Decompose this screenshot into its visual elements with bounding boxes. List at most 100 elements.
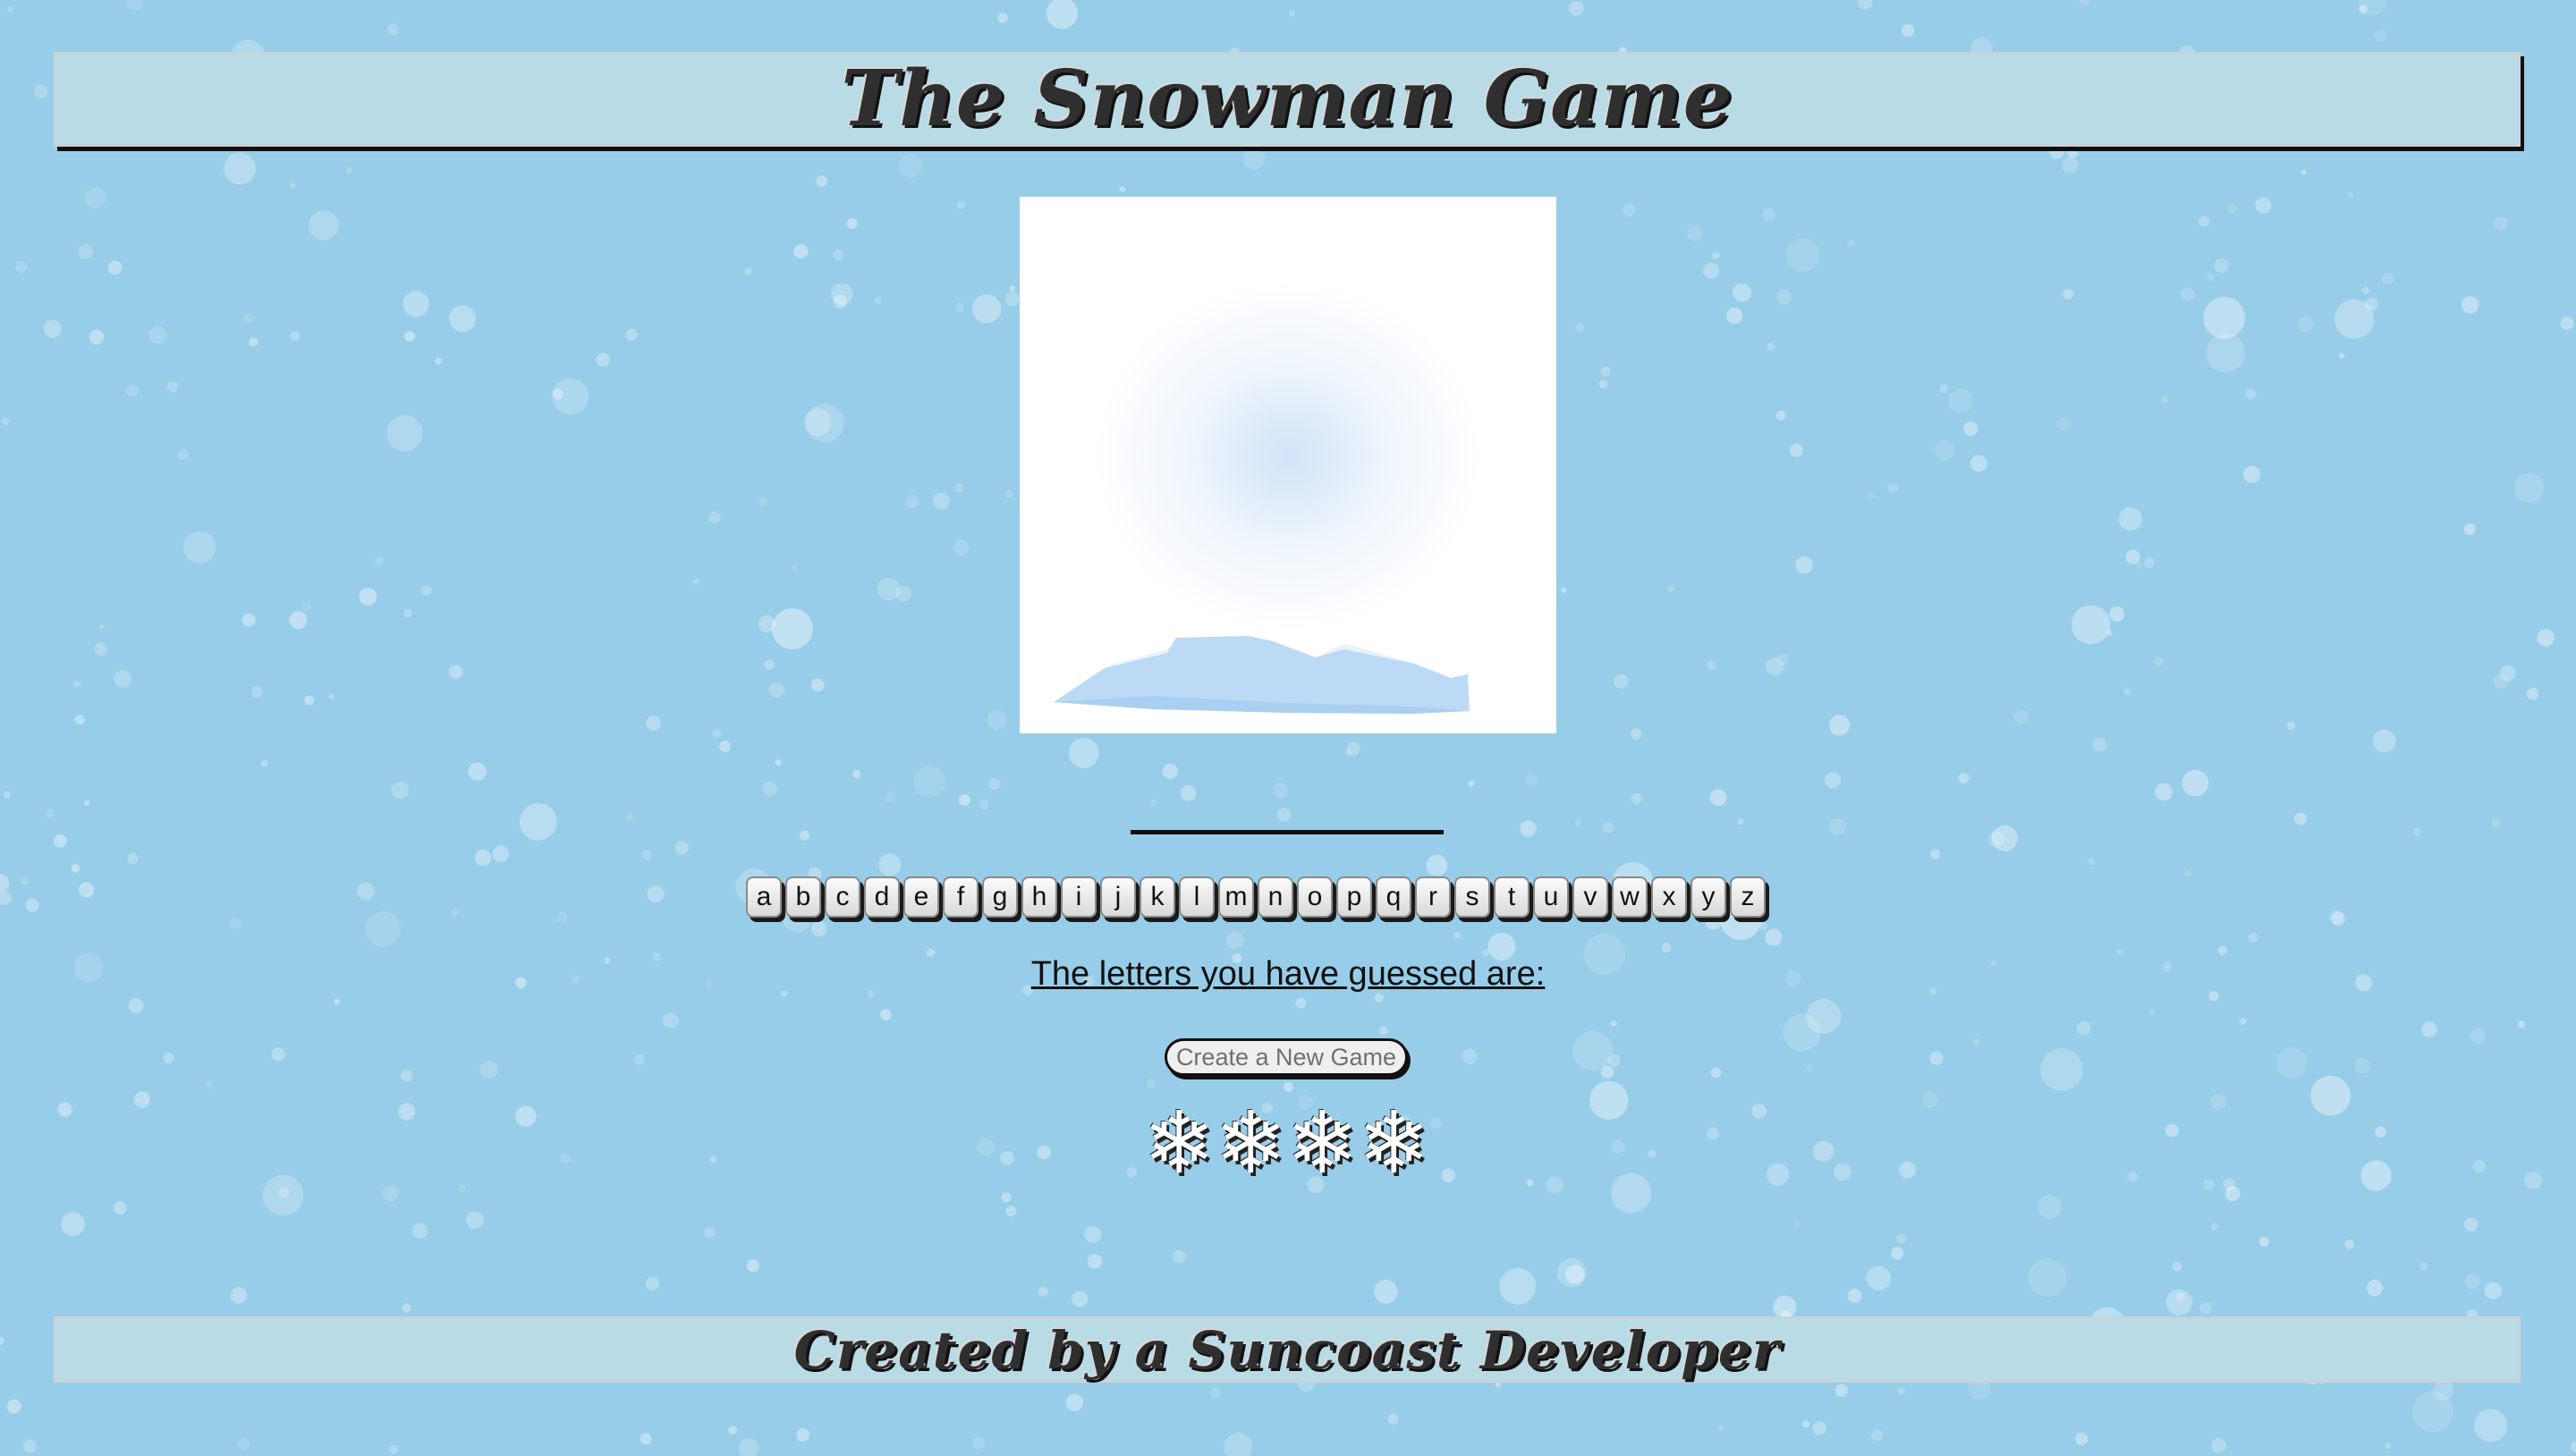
page-title: The Snowman Game — [841, 54, 1733, 144]
snow-dot — [1776, 289, 1792, 305]
snow-dot — [1209, 1387, 1222, 1399]
letter-key-g[interactable]: g — [982, 876, 1018, 918]
letter-key-o[interactable]: o — [1297, 876, 1333, 918]
snow-dot — [1611, 1140, 1625, 1154]
snow-dot — [1783, 1013, 1821, 1052]
snow-dot — [2298, 317, 2314, 333]
snow-dot — [411, 1223, 428, 1239]
create-new-game-button[interactable]: Create a New Game — [1165, 1038, 1408, 1076]
snow-dot — [1611, 1172, 1652, 1214]
snow-dot — [479, 1061, 498, 1079]
snow-dot — [2360, 1160, 2392, 1191]
letter-key-x[interactable]: x — [1651, 876, 1687, 918]
snow-dot — [1726, 307, 1743, 325]
remaining-lives: ❄ ❄ ❄ ❄ — [1143, 1098, 1438, 1197]
snow-dot — [744, 267, 752, 275]
snow-dot — [634, 1054, 645, 1065]
snow-dot — [1009, 285, 1015, 292]
snow-dot — [2199, 1302, 2212, 1315]
letter-key-v[interactable]: v — [1572, 876, 1608, 918]
snow-dot — [113, 1201, 127, 1215]
snow-dot — [309, 210, 339, 241]
snow-dot — [1001, 1192, 1012, 1203]
snow-dot — [878, 853, 902, 876]
snow-dot — [205, 1081, 213, 1088]
snow-dot — [1762, 207, 1776, 222]
snow-dot — [126, 0, 143, 11]
snow-dot — [468, 762, 487, 781]
snow-dot — [728, 1426, 737, 1435]
letter-key-b[interactable]: b — [785, 876, 821, 918]
snow-dot — [2526, 688, 2539, 700]
snow-dot — [852, 769, 861, 779]
snow-dot — [492, 845, 510, 862]
snow-dot — [811, 678, 825, 692]
snow-dot — [2537, 629, 2555, 647]
snow-dot — [2494, 216, 2508, 231]
snow-dot — [972, 294, 1002, 324]
snow-dot — [704, 1226, 716, 1238]
letter-key-d[interactable]: d — [864, 876, 900, 918]
letter-key-j[interactable]: j — [1100, 876, 1136, 918]
letter-key-z[interactable]: z — [1730, 876, 1766, 918]
snow-dot — [2040, 1048, 2083, 1091]
snow-dot — [1829, 715, 1850, 736]
snow-dot — [1598, 379, 1608, 389]
snow-dot — [289, 182, 296, 189]
snow-dot — [768, 681, 784, 698]
snow-dot — [402, 1303, 411, 1313]
snow-dot — [1378, 1026, 1388, 1036]
snow-dot — [386, 415, 423, 452]
snow-dot — [1868, 492, 1875, 498]
snow-dot — [846, 218, 858, 229]
snow-dot — [2484, 1282, 2502, 1299]
snow-dot — [953, 483, 964, 494]
letter-key-n[interactable]: n — [1258, 876, 1293, 918]
snow-dot — [2210, 1094, 2227, 1110]
snow-dot — [1702, 262, 1720, 279]
letter-key-w[interactable]: w — [1612, 876, 1648, 918]
letter-key-y[interactable]: y — [1690, 876, 1726, 918]
letter-key-m[interactable]: m — [1218, 876, 1254, 918]
snow-dot — [33, 84, 48, 99]
letter-key-a[interactable]: a — [746, 876, 782, 918]
snow-dot — [1084, 1225, 1102, 1243]
snow-dot — [953, 539, 970, 555]
snow-dot — [1520, 820, 1537, 837]
snow-dot — [997, 13, 1008, 23]
snow-dot — [163, 1052, 174, 1063]
letter-key-r[interactable]: r — [1415, 876, 1451, 918]
snow-dot — [2464, 1217, 2479, 1232]
snow-dot — [278, 1186, 290, 1198]
snow-dot — [2227, 204, 2237, 214]
snow-dot — [552, 388, 564, 400]
snow-dot — [708, 512, 721, 524]
letter-key-u[interactable]: u — [1533, 876, 1569, 918]
snow-dot — [2472, 1160, 2486, 1172]
snow-dot — [2286, 721, 2296, 731]
letter-key-k[interactable]: k — [1140, 876, 1175, 918]
letter-key-h[interactable]: h — [1021, 876, 1057, 918]
letter-key-e[interactable]: e — [903, 876, 939, 918]
snow-dot — [2088, 858, 2096, 865]
snow-dot — [1824, 772, 1842, 789]
letter-key-s[interactable]: s — [1454, 876, 1490, 918]
snow-dot — [2560, 317, 2574, 330]
letter-key-f[interactable]: f — [943, 876, 979, 918]
snow-dot — [375, 556, 385, 566]
snow-dot — [126, 385, 139, 397]
letter-key-i[interactable]: i — [1061, 876, 1097, 918]
letter-key-t[interactable]: t — [1494, 876, 1530, 918]
letter-key-c[interactable]: c — [825, 876, 860, 918]
snow-dot — [1858, 0, 1873, 10]
letter-key-l[interactable]: l — [1179, 876, 1215, 918]
snow-dot — [1038, 1286, 1048, 1297]
snow-dot — [1765, 928, 1783, 946]
snow-dot — [166, 381, 178, 393]
snow-dot — [2242, 465, 2261, 484]
snow-dot — [1847, 1289, 1862, 1303]
letter-key-p[interactable]: p — [1336, 876, 1372, 918]
letter-key-q[interactable]: q — [1376, 876, 1411, 918]
snowflake-icon: ❄ — [1358, 1093, 1430, 1193]
snow-dot — [2385, 1443, 2392, 1449]
